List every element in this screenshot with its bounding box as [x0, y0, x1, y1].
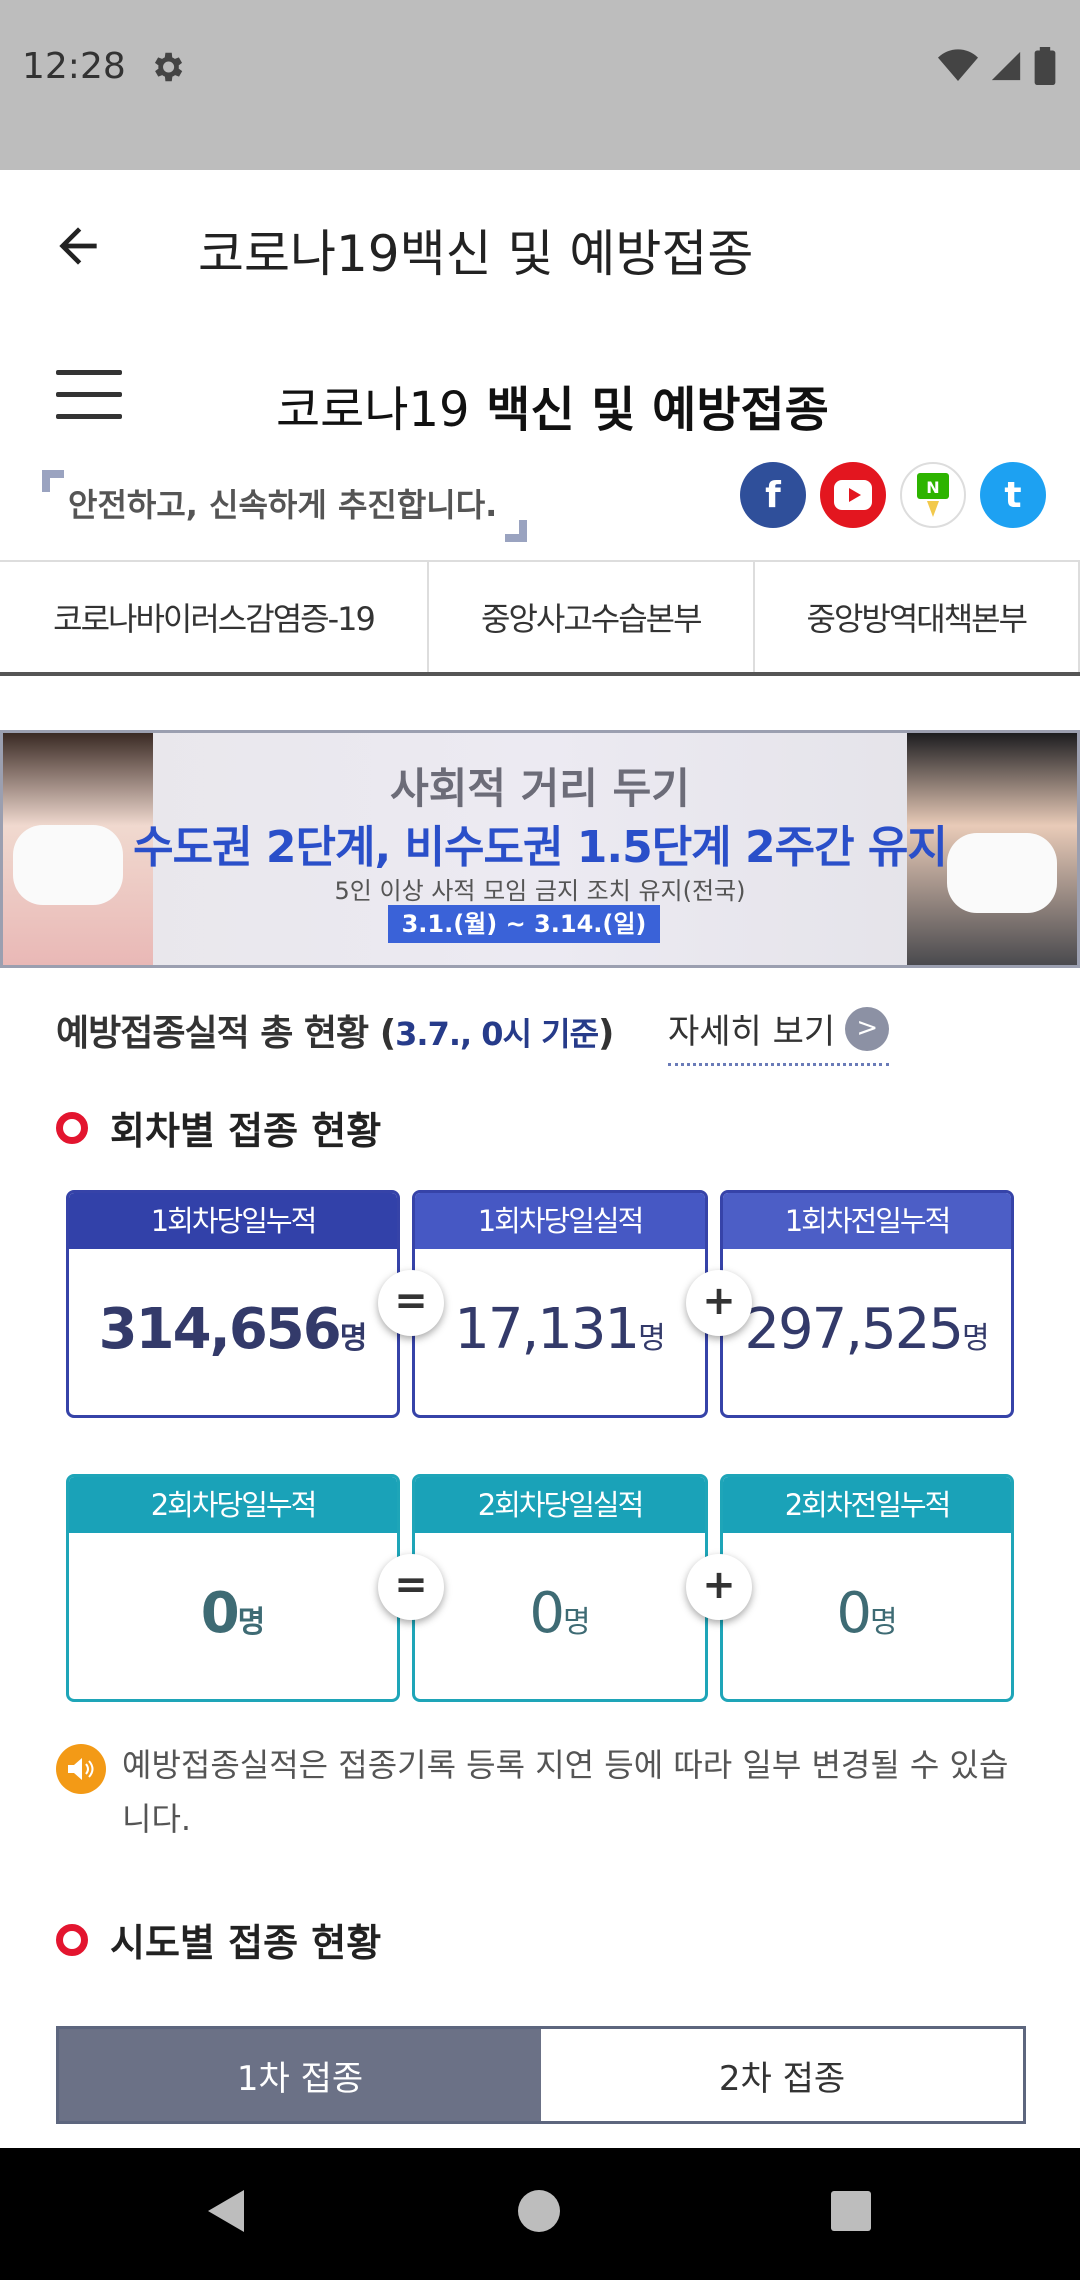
social-links: f N t — [740, 462, 1046, 528]
tab-central-disaster-hq[interactable]: 중앙사고수습본부 — [429, 562, 755, 672]
dose1-today-value: 17,131명 — [454, 1297, 666, 1362]
notice-banner[interactable]: 사회적 거리 두기 수도권 2단계, 비수도권 1.5단계 2주간 유지 5인 … — [0, 730, 1080, 968]
dose2-today-card: 2회차당일실적 0명 — [412, 1474, 708, 1702]
update-notice-text: 예방접종실적은 접종기록 등록 지연 등에 따라 일부 변경될 수 있습니다. — [122, 1746, 1009, 1838]
quote-bracket-open-icon — [42, 470, 64, 492]
svg-text:N: N — [926, 478, 939, 497]
banner-line-1: 사회적 거리 두기 — [390, 764, 690, 813]
dose1-prev-label: 1회차전일누적 — [723, 1193, 1011, 1249]
slogan-text: 안전하고, 신속하게 추진합니다. — [68, 486, 498, 524]
dose2-today-value: 0명 — [529, 1581, 591, 1646]
dose2-prev-value: 0명 — [836, 1581, 898, 1646]
agency-tabs: 코로나바이러스감염증-19 중앙사고수습본부 중앙방역대책본부 — [0, 560, 1080, 676]
speaker-icon — [56, 1744, 106, 1794]
nav-home-icon[interactable] — [516, 2186, 562, 2236]
naver-blog-icon[interactable]: N — [900, 462, 966, 528]
dose1-today-label: 1회차당일실적 — [415, 1193, 705, 1249]
plus-icon: + — [686, 1270, 752, 1336]
screen: 12:28 코로나19백신 및 예방접종 코로나19 백신 및 예방접종 안전하… — [0, 0, 1080, 2280]
dose2-prev-card: 2회차전일누적 0명 — [720, 1474, 1014, 1702]
dose-section-title: 회차별 접종 현황 — [110, 1109, 382, 1153]
system-icons — [938, 46, 1056, 86]
banner-line-3: 5인 이상 사적 모임 금지 조치 유지(전국) — [334, 877, 746, 905]
nav-back-icon[interactable] — [204, 2186, 248, 2236]
bullet-circle-icon — [56, 1111, 88, 1144]
site-title: 코로나19 백신 및 예방접종 — [276, 370, 829, 440]
plus-icon: + — [686, 1554, 752, 1620]
dose2-cumulative-card: 2회차당일누적 0명 — [66, 1474, 400, 1702]
back-arrow-icon[interactable] — [50, 218, 106, 274]
app-bar: 코로나19백신 및 예방접종 — [0, 170, 1080, 330]
equals-icon: = — [378, 1270, 444, 1336]
dose2-cumulative-label: 2회차당일누적 — [69, 1477, 397, 1533]
region-section-heading: 시도별 접종 현황 — [56, 1912, 381, 1967]
nav-recents-icon[interactable] — [828, 2186, 874, 2236]
twitter-icon[interactable]: t — [980, 462, 1046, 528]
summary-heading: 예방접종실적 총 현황 (3.7., 0시 기준) — [56, 1013, 615, 1054]
tab-first-dose[interactable]: 1차 접종 — [59, 2029, 541, 2121]
dose-tabs: 1차 접종 2차 접종 — [56, 2026, 1026, 2124]
dose1-prev-value: 297,525명 — [744, 1297, 990, 1362]
summary-date: 3.7., 0시 기준 — [395, 1015, 599, 1053]
slogan: 안전하고, 신속하게 추진합니다. — [42, 470, 528, 542]
quote-bracket-close-icon — [505, 520, 528, 542]
chevron-right-icon: > — [845, 1006, 890, 1051]
banner-date: 3.1.(월) ~ 3.14.(일) — [388, 905, 660, 943]
dose2-cumulative-value: 0명 — [200, 1581, 266, 1646]
region-section-title: 시도별 접종 현황 — [110, 1921, 382, 1965]
site-header: 코로나19 백신 및 예방접종 안전하고, 신속하게 추진합니다. f N t — [0, 330, 1080, 560]
battery-icon — [1034, 47, 1056, 85]
status-bar: 12:28 — [0, 0, 1080, 170]
detail-link-label: 자세히 보기 — [668, 1012, 836, 1052]
detail-link[interactable]: 자세히 보기 > — [668, 1004, 890, 1066]
navigation-bar — [0, 2148, 1080, 2280]
tab-central-disease-control-hq[interactable]: 중앙방역대책본부 — [755, 562, 1080, 672]
dose2-prev-label: 2회차전일누적 — [723, 1477, 1011, 1533]
hamburger-menu-icon[interactable] — [56, 370, 122, 422]
summary-label: 예방접종실적 총 현황 — [56, 1013, 369, 1054]
facebook-icon[interactable]: f — [740, 462, 806, 528]
dose1-cumulative-value: 314,656명 — [98, 1297, 368, 1362]
banner-line-2: 수도권 2단계, 비수도권 1.5단계 2주간 유지 — [133, 822, 948, 873]
bullet-circle-icon — [56, 1923, 88, 1956]
gear-icon — [154, 52, 183, 82]
wifi-icon — [938, 49, 978, 81]
app-title: 코로나19백신 및 예방접종 — [198, 225, 754, 283]
dose1-today-card: 1회차당일실적 17,131명 — [412, 1190, 708, 1418]
equals-icon: = — [378, 1554, 444, 1620]
dose1-cumulative-card: 1회차당일누적 314,656명 — [66, 1190, 400, 1418]
signal-icon — [991, 51, 1021, 81]
youtube-icon[interactable] — [820, 462, 886, 528]
status-time: 12:28 — [22, 46, 126, 87]
dose2-today-label: 2회차당일실적 — [415, 1477, 705, 1533]
tab-covid19[interactable]: 코로나바이러스감염증-19 — [0, 562, 430, 672]
update-notice: 예방접종실적은 접종기록 등록 지연 등에 따라 일부 변경될 수 있습니다. — [56, 1738, 1026, 1846]
site-title-prefix: 코로나19 — [276, 382, 470, 438]
dose-section-heading: 회차별 접종 현황 — [56, 1100, 381, 1155]
site-title-main: 백신 및 예방접종 — [486, 382, 829, 438]
dose1-cumulative-label: 1회차당일누적 — [69, 1193, 397, 1249]
tab-second-dose[interactable]: 2차 접종 — [541, 2029, 1023, 2121]
dose1-prev-card: 1회차전일누적 297,525명 — [720, 1190, 1014, 1418]
